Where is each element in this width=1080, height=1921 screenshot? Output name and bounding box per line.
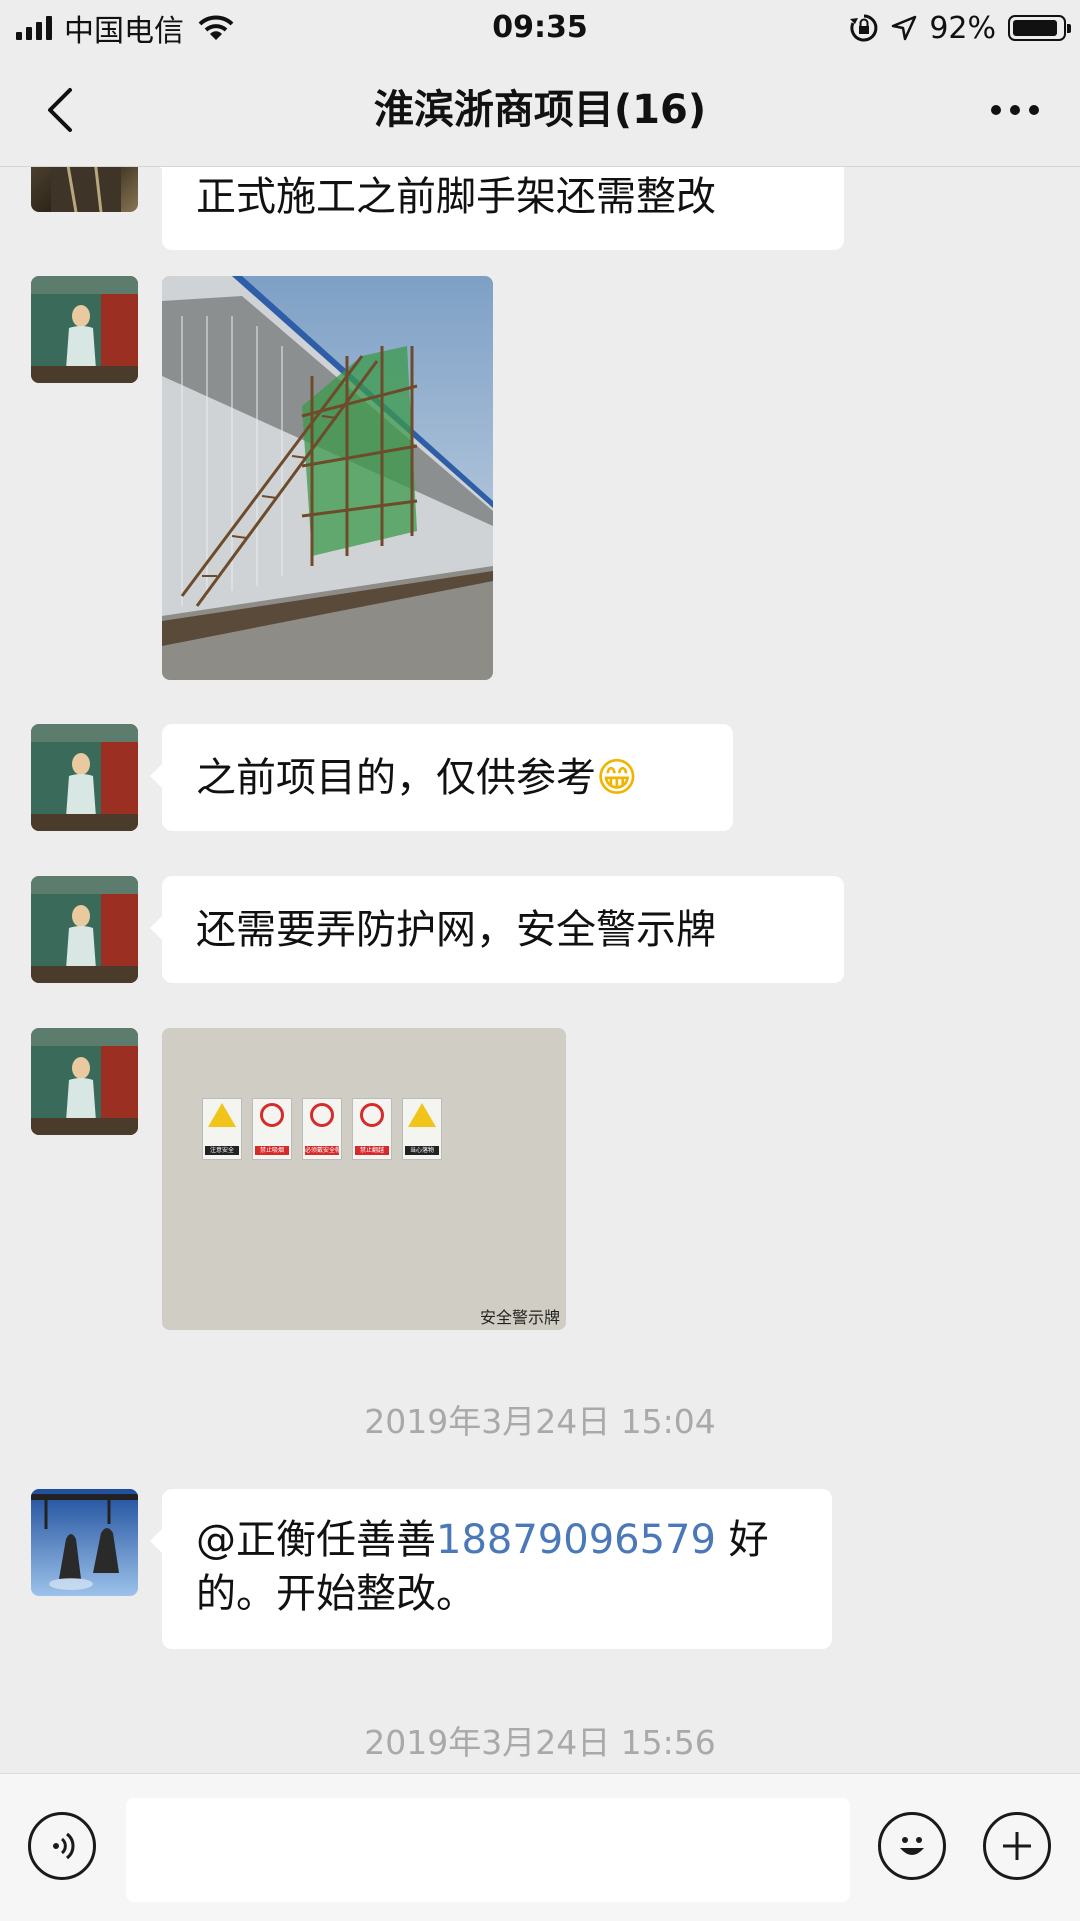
- more-dots-icon: [991, 105, 1039, 115]
- sign-symbol-icon: [310, 1103, 334, 1127]
- timestamp: 2019年3月24日 15:04: [364, 1402, 716, 1441]
- mention[interactable]: @正衡任善善: [196, 1517, 436, 1563]
- safety-signs-photo[interactable]: 注意安全 禁止吸烟 必须戴安全帽 禁止翻越 当心落物 安全警示牌: [162, 1028, 566, 1330]
- location-arrow-icon: [892, 15, 917, 41]
- avatar[interactable]: [31, 876, 138, 983]
- sign-label: 禁止吸烟: [255, 1146, 289, 1155]
- message-text: 好: [715, 1517, 769, 1563]
- voice-icon: [53, 1832, 75, 1860]
- status-right: 92%: [849, 8, 1071, 48]
- avatar[interactable]: [31, 167, 138, 212]
- phone-link[interactable]: 18879096579: [436, 1517, 716, 1563]
- sign-label: 注意安全: [205, 1146, 239, 1155]
- input-bar: [0, 1773, 1080, 1921]
- sign-label: 当心落物: [405, 1146, 439, 1155]
- nav-bar: 淮滨浙商项目(16): [0, 54, 1080, 167]
- sign-symbol-icon: [260, 1103, 284, 1127]
- avatar[interactable]: [31, 1028, 138, 1135]
- lock-rotation-icon: [850, 14, 878, 42]
- safety-sign: 必须戴安全帽: [302, 1098, 342, 1160]
- safety-sign: 注意安全: [202, 1098, 242, 1160]
- message-bubble[interactable]: 还需要弄防护网，安全警示牌: [150, 876, 844, 983]
- message-bubble[interactable]: 之前项目的，仅供参考😁: [150, 724, 733, 831]
- emoji-icon: [900, 1837, 924, 1855]
- message-text: 正式施工之前脚手架还需整改: [196, 174, 716, 220]
- grin-emoji-icon: 😁: [596, 755, 638, 801]
- message-input[interactable]: [126, 1798, 850, 1902]
- message-text: 还需要弄防护网，安全警示牌: [196, 907, 716, 953]
- message-bubble[interactable]: 正式施工之前脚手架还需整改: [150, 167, 844, 250]
- safety-sign: 当心落物: [402, 1098, 442, 1160]
- timestamp: 2019年3月24日 15:56: [364, 1723, 716, 1762]
- battery-percent: 92%: [929, 10, 996, 46]
- chat-title: 淮滨浙商项目(16): [373, 87, 707, 133]
- chat-area[interactable]: 正式施工之前脚手架还需整改 之前项目的，仅供参考😁 还需要弄防护网，安全警示牌 …: [0, 167, 1080, 1773]
- more-button[interactable]: [980, 80, 1050, 140]
- scaffolding-photo[interactable]: [162, 276, 493, 680]
- safety-sign: 禁止吸烟: [252, 1098, 292, 1160]
- voice-button[interactable]: [28, 1812, 96, 1880]
- sign-symbol-icon: [408, 1103, 436, 1127]
- plus-button[interactable]: [983, 1812, 1051, 1880]
- safety-sign: 禁止翻越: [352, 1098, 392, 1160]
- emoji-button[interactable]: [878, 1812, 946, 1880]
- avatar[interactable]: [31, 276, 138, 383]
- sign-symbol-icon: [360, 1103, 384, 1127]
- avatar[interactable]: [31, 1489, 138, 1596]
- sign-label: 禁止翻越: [355, 1146, 389, 1155]
- signs-row: 注意安全 禁止吸烟 必须戴安全帽 禁止翻越 当心落物: [202, 1098, 442, 1160]
- sign-label: 必须戴安全帽: [305, 1146, 339, 1155]
- avatar[interactable]: [31, 724, 138, 831]
- plus-icon: [1003, 1832, 1031, 1860]
- message-bubble[interactable]: @正衡任善善18879096579 好 的。开始整改。: [150, 1489, 832, 1649]
- status-bar: 中国电信 09:35 92%: [0, 0, 1080, 54]
- sign-symbol-icon: [208, 1103, 236, 1127]
- message-text: 之前项目的，仅供参考: [196, 755, 596, 801]
- photo-caption: 安全警示牌: [479, 1308, 560, 1327]
- message-text: 的。开始整改。: [196, 1571, 476, 1617]
- battery-icon: [1008, 15, 1071, 41]
